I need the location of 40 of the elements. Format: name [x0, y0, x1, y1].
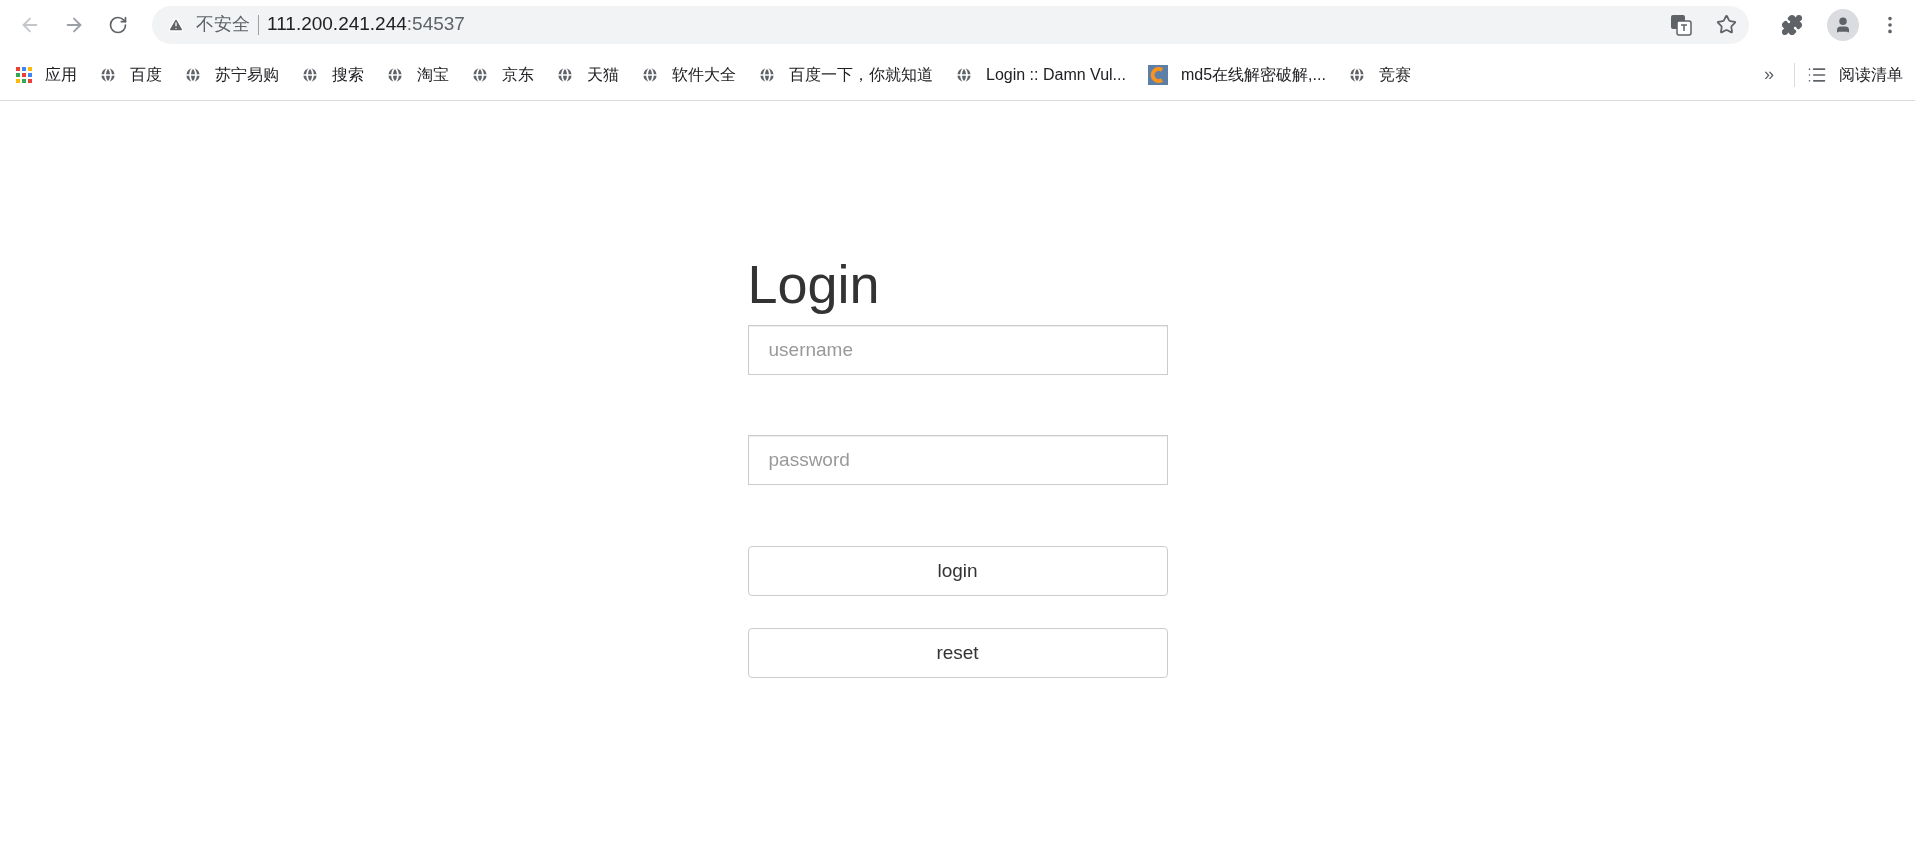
globe-icon [1347, 65, 1366, 84]
globe-icon [301, 65, 319, 84]
globe-icon [758, 65, 776, 84]
globe-icon [556, 65, 574, 84]
extensions-icon[interactable] [1781, 13, 1803, 36]
login-title: Login [747, 253, 881, 315]
bookmark-item[interactable]: Login :: Damn Vul... [955, 62, 1126, 87]
globe-icon [641, 65, 659, 84]
warning-icon [168, 16, 184, 33]
bookmark-item[interactable]: 苏宁易购 [184, 62, 279, 87]
globe-icon [99, 65, 117, 84]
form-button[interactable]: login [747, 546, 1168, 596]
globe-icon [955, 65, 973, 84]
bookmark-item[interactable]: 京东 [471, 62, 534, 87]
bookmark-item[interactable]: 搜索 [301, 62, 364, 87]
bookmark-item[interactable]: 软件大全 [641, 62, 736, 87]
bookmark-item[interactable]: 百度一下，你就知道 [758, 62, 933, 87]
text-field[interactable]: password [747, 435, 1168, 485]
bookmark-item[interactable]: 百度 [99, 62, 162, 87]
url-text: 111.200.241.244:54537 [267, 12, 465, 37]
bookmark-item[interactable]: 应用 [16, 62, 77, 87]
translate-icon[interactable] [1670, 13, 1692, 36]
site-logo-icon [1147, 64, 1168, 85]
globe-icon [386, 65, 404, 84]
bookmark-item[interactable]: 竞赛 [1347, 62, 1411, 87]
text-field[interactable]: username [747, 325, 1168, 375]
profile-avatar[interactable] [1827, 8, 1859, 41]
security-label: 不安全 [196, 13, 250, 36]
bookmark-item[interactable]: 天猫 [556, 62, 619, 87]
address-bar[interactable]: 不安全 111.200.241.244:54537 [152, 5, 1749, 44]
bookmark-item[interactable]: 淘宝 [386, 62, 449, 87]
bookmarks-overflow-button[interactable]: » [1756, 61, 1782, 88]
apps-grid-icon [16, 66, 32, 83]
bookmark-item[interactable]: md5在线解密破解,... [1147, 62, 1326, 87]
reload-icon[interactable] [108, 14, 128, 35]
globe-icon [471, 65, 489, 84]
bookmark-star-icon[interactable] [1716, 14, 1737, 35]
form-button[interactable]: reset [747, 628, 1168, 678]
globe-icon [184, 65, 202, 84]
reading-list-button[interactable]: 阅读清单 [1807, 62, 1903, 87]
